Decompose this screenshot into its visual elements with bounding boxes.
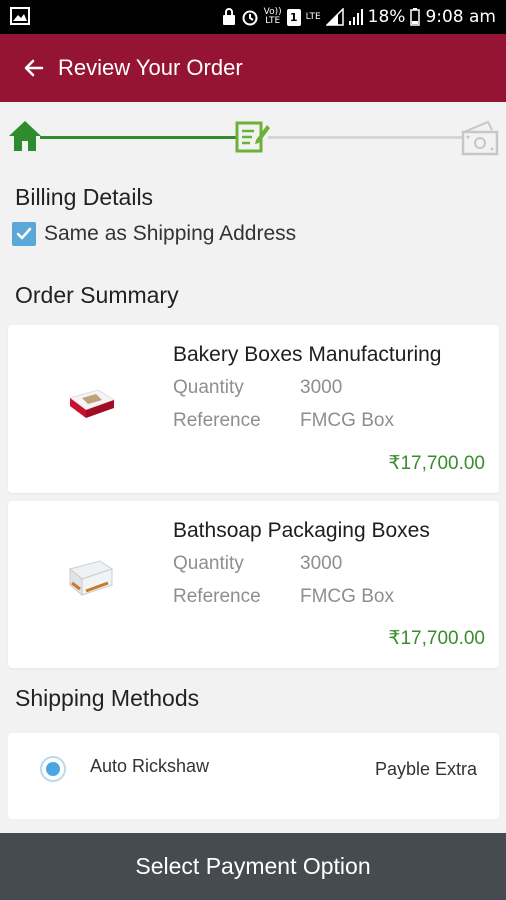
product-price: ₹17,700.00 xyxy=(388,628,485,649)
order-summary-heading: Order Summary xyxy=(15,282,179,308)
product-image-bakery-box xyxy=(60,380,120,429)
gallery-notification-icon xyxy=(10,7,30,25)
reference-value: FMCG Box xyxy=(300,410,394,431)
progress-line-complete xyxy=(40,136,236,139)
shipping-option-auto-rickshaw[interactable]: Auto Rickshaw Payble Extra xyxy=(8,733,499,819)
shipping-methods-heading: Shipping Methods xyxy=(15,685,200,711)
reference-label: Reference xyxy=(173,586,261,607)
checkout-progress xyxy=(0,102,506,170)
quantity-value: 3000 xyxy=(300,553,343,574)
signal-icon xyxy=(325,8,344,26)
product-image-soap-box xyxy=(60,553,120,606)
shipping-cost-note: Payble Extra xyxy=(374,759,477,779)
clock: 9:08 am xyxy=(425,7,496,27)
quantity-value: 3000 xyxy=(300,377,343,398)
radio-selected-dot xyxy=(46,762,60,776)
reference-value: FMCG Box xyxy=(300,586,394,607)
quantity-label: Quantity xyxy=(173,377,244,398)
status-bar: Vo)) LTE 1 LTE 18% 9:08 am xyxy=(0,0,506,34)
order-item-card[interactable]: Bakery Boxes Manufacturing Quantity 3000… xyxy=(8,325,499,493)
home-icon xyxy=(7,119,43,158)
battery-icon xyxy=(410,8,421,26)
sim-icon: 1 xyxy=(286,8,301,26)
order-item-card[interactable]: Bathsoap Packaging Boxes Quantity 3000 R… xyxy=(8,501,499,668)
same-as-shipping-checkbox-row[interactable]: Same as Shipping Address xyxy=(12,222,296,246)
quantity-label: Quantity xyxy=(173,553,244,574)
product-price: ₹17,700.00 xyxy=(388,453,485,474)
shipping-radio-button[interactable] xyxy=(40,756,66,782)
lock-icon xyxy=(222,8,236,26)
billing-details-heading: Billing Details xyxy=(15,184,154,210)
reference-label: Reference xyxy=(173,410,261,431)
product-name: Bathsoap Packaging Boxes xyxy=(173,519,430,542)
alarm-icon xyxy=(241,8,259,26)
battery-percent: 18% xyxy=(367,7,406,27)
page-title: Review Your Order xyxy=(58,55,243,80)
lte-signal-icon: LTE xyxy=(305,12,321,22)
app-bar: Review Your Order xyxy=(0,34,506,102)
volte-icon: Vo)) LTE xyxy=(263,7,282,26)
signal-bars-icon xyxy=(348,9,363,25)
money-icon xyxy=(460,120,500,161)
progress-line-pending xyxy=(268,136,463,139)
same-as-shipping-checkbox[interactable] xyxy=(12,222,36,246)
edit-document-icon xyxy=(234,118,270,159)
select-payment-option-button[interactable]: Select Payment Option xyxy=(0,833,506,900)
product-name: Bakery Boxes Manufacturing xyxy=(173,343,442,366)
same-as-shipping-label: Same as Shipping Address xyxy=(44,222,297,245)
back-arrow-icon[interactable] xyxy=(22,56,46,80)
shipping-method-name: Auto Rickshaw xyxy=(90,756,210,776)
